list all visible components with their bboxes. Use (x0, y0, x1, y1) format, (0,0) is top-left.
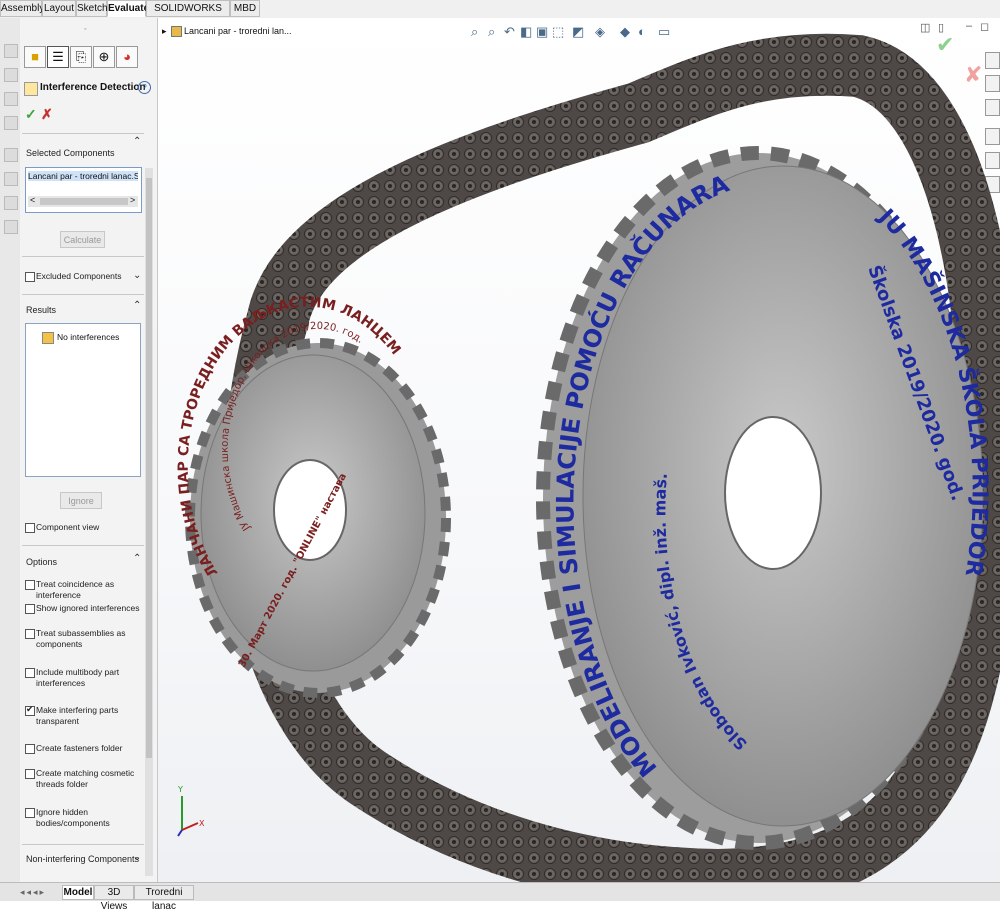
ignore-button[interactable]: Ignore (60, 492, 102, 509)
tab-layout[interactable]: Layout (42, 0, 76, 17)
selected-components-list[interactable]: Lancani par - troredni lanac.SLDASM < > (25, 167, 142, 213)
large-sprocket-bore (724, 416, 822, 570)
bottom-tab-bar: ◂◂◂▸ Model 3D Views Troredni lanac (0, 882, 1000, 912)
triad-y-label: Y (177, 785, 183, 794)
option-checkbox[interactable] (25, 769, 35, 779)
scroll-left-icon[interactable]: < (30, 195, 35, 205)
edit-icon[interactable] (4, 116, 18, 130)
chevron-up-icon[interactable]: ⌃ (133, 136, 141, 147)
option-label: Treat subassemblies as components (36, 628, 126, 649)
component-view-label: Component view (36, 522, 100, 532)
link-icon[interactable] (4, 220, 18, 234)
panel-scrollbar-thumb[interactable] (146, 178, 152, 758)
option-label: Ignore hidden bodies/components (36, 807, 110, 828)
divider (22, 294, 144, 295)
triad-x-label: X (199, 819, 205, 828)
option-label: Create fasteners folder (36, 743, 123, 753)
option-label: Treat coincidence as interference (36, 579, 115, 600)
crosshair-icon: ⊕ (98, 49, 110, 64)
chevron-up-icon[interactable]: ⌃ (133, 300, 141, 311)
option-checkbox[interactable] (25, 668, 35, 678)
tab-3d-views[interactable]: 3D Views (94, 885, 134, 912)
graphics-viewport[interactable]: ▸ Lancani par - troredni lan... ⌕ ⌕ ↶ ◧ … (158, 18, 1000, 882)
option-label: Make interfering parts transparent (36, 705, 119, 726)
chevron-down-icon[interactable]: ⌄ (133, 270, 141, 281)
chevron-up-icon[interactable]: ⌃ (133, 553, 141, 564)
coordinate-triad: Y X (177, 785, 205, 837)
tab-sketch[interactable]: Sketch (76, 0, 108, 17)
results-item[interactable]: No interferences (57, 332, 119, 342)
configuration-manager-tab[interactable]: ⎘ (70, 46, 92, 68)
component-view-checkbox[interactable] (25, 523, 35, 533)
cancel-button[interactable]: ✗ (41, 106, 53, 123)
side-toolbar (0, 18, 20, 882)
option-checkbox[interactable] (25, 744, 35, 754)
config-icon: ⎘ (75, 49, 87, 64)
scroll-right-icon[interactable]: > (130, 195, 135, 205)
horizontal-scrollbar[interactable]: < > (28, 195, 138, 207)
tab-mbd[interactable]: MBD (230, 0, 260, 17)
option-checkbox[interactable] (25, 604, 35, 614)
non-interfering-label: Non-interfering Components (26, 854, 140, 864)
tab-evaluate[interactable]: Evaluate (107, 0, 149, 17)
divider (22, 133, 144, 134)
tab-troredni-lanac[interactable]: Troredni lanac (134, 885, 194, 912)
divider (22, 256, 144, 257)
hole-icon[interactable] (4, 196, 18, 210)
calculate-button[interactable]: Calculate (60, 231, 105, 248)
move-icon[interactable] (4, 44, 18, 58)
option-label: Create matching cosmetic threads folder (36, 768, 135, 789)
results-label: Results (26, 305, 57, 315)
collapse-handle[interactable]: ◦ (84, 26, 86, 33)
clearance-icon[interactable] (4, 148, 18, 162)
panel-title: Interference Detection (40, 82, 146, 93)
divider (22, 844, 144, 845)
tab-navigation-arrows[interactable]: ◂◂◂▸ (20, 887, 46, 898)
list-icon: ☰ (52, 49, 64, 64)
color-wheel-icon: ◕ (123, 49, 131, 64)
cube-icon: ■ (31, 49, 39, 64)
divider (22, 545, 144, 546)
feature-manager-tab[interactable]: ■ (24, 46, 46, 68)
chain-sprocket-model[interactable]: ЛАНЧАНИ ПАР СА ТРОРЕДНИМ ВАЉКАСТИМ ЛАНЦЕ… (158, 18, 1000, 882)
option-checkbox[interactable] (25, 808, 35, 818)
ok-button[interactable]: ✓ (25, 106, 37, 123)
option-checkbox[interactable] (25, 629, 35, 639)
results-list[interactable]: No interferences (25, 323, 141, 477)
option-label: Include multibody part interferences (36, 667, 120, 688)
option-checkbox-checked[interactable] (25, 704, 35, 716)
selected-components-label: Selected Components (26, 148, 115, 158)
display-manager-tab[interactable]: ◕ (116, 46, 138, 68)
scrollbar-thumb[interactable] (40, 198, 128, 205)
dimxpert-tab[interactable]: ⊕ (93, 46, 115, 68)
no-interference-icon (42, 332, 54, 344)
option-label: Show ignored interferences (36, 603, 140, 613)
excluded-components-label: Excluded Components (36, 271, 122, 281)
tab-model[interactable]: Model (62, 885, 94, 900)
tab-assembly[interactable]: Assembly (0, 0, 44, 17)
property-manager-tab[interactable]: ☰ (47, 46, 69, 68)
tab-solidworks-addins[interactable]: SOLIDWORKS Add-Ins (146, 0, 230, 30)
collision-icon[interactable] (4, 172, 18, 186)
small-sprocket: ЛАНЧАНИ ПАР СА ТРОРЕДНИМ ВАЉКАСТИМ ЛАНЦЕ… (176, 295, 451, 698)
command-manager-tabs: Assembly Layout Sketch Evaluate SOLIDWOR… (0, 0, 1000, 30)
selected-component-item[interactable]: Lancani par - troredni lanac.SLDASM (28, 171, 138, 181)
options-label: Options (26, 557, 58, 567)
interference-detection-icon (24, 82, 38, 96)
help-icon[interactable]: ? (138, 81, 151, 94)
chevron-down-icon[interactable]: ⌄ (133, 852, 141, 863)
option-checkbox[interactable] (25, 580, 35, 590)
excluded-components-checkbox[interactable] (25, 272, 35, 282)
property-manager-panel: ◦ ■ ☰ ⎘ ⊕ ◕ Interference Detection ? ✓ ✗… (0, 18, 158, 882)
mate-icon[interactable] (4, 92, 18, 106)
rotate-icon[interactable] (4, 68, 18, 82)
